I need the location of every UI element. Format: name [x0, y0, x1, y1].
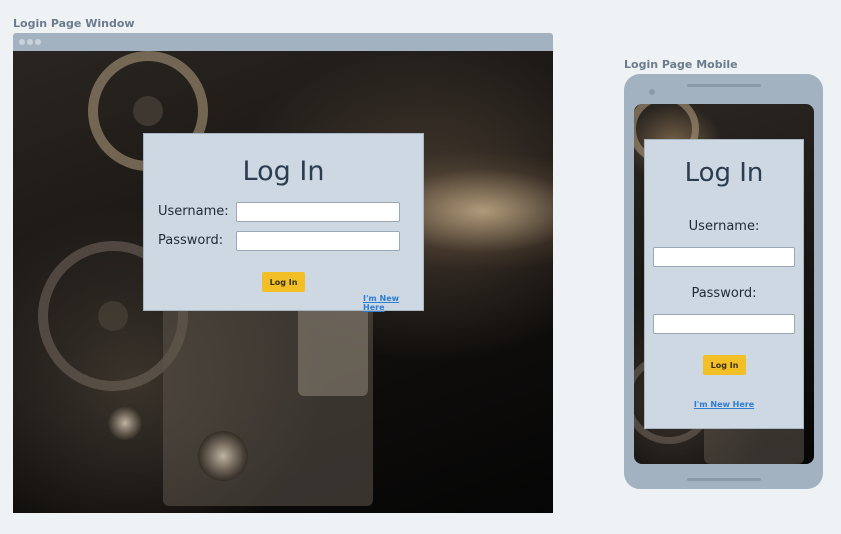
mobile-password-label: Password: — [691, 286, 757, 301]
mobile-login-card: Log In Username: Password: Log In I'm Ne… — [644, 139, 804, 429]
window-dot-icon — [27, 39, 33, 45]
login-title: Log In — [242, 156, 325, 187]
login-button[interactable]: Log In — [262, 272, 305, 292]
projector-vent-icon — [298, 306, 368, 396]
film-projector-background: Log In Username: Password: Log In I'm Ne… — [13, 51, 553, 513]
mobile-password-input[interactable] — [653, 314, 795, 334]
username-input[interactable] — [236, 202, 400, 222]
mobile-phone-frame: Log In Username: Password: Log In I'm Ne… — [624, 74, 823, 489]
desktop-caption: Login Page Window — [13, 17, 135, 30]
window-dot-icon — [19, 39, 25, 45]
home-bar-icon — [687, 478, 761, 481]
reel-hub-icon — [98, 301, 128, 331]
reel-hub-icon — [133, 96, 163, 126]
desktop-window: Log In Username: Password: Log In I'm Ne… — [13, 33, 553, 513]
login-card: Log In Username: Password: Log In I'm Ne… — [143, 133, 424, 312]
username-label: Username: — [158, 204, 229, 219]
window-titlebar — [13, 33, 553, 51]
mobile-login-title: Log In — [684, 158, 764, 188]
mobile-username-input[interactable] — [653, 247, 795, 267]
mobile-caption: Login Page Mobile — [624, 58, 738, 71]
mobile-username-label: Username: — [688, 219, 760, 234]
projector-knob-icon — [108, 406, 142, 440]
window-dot-icon — [35, 39, 41, 45]
password-input[interactable] — [236, 231, 400, 251]
camera-icon — [649, 89, 655, 95]
projector-lens-icon — [198, 431, 248, 481]
mobile-new-user-link[interactable]: I'm New Here — [645, 400, 803, 409]
password-label: Password: — [158, 233, 224, 248]
new-user-link[interactable]: I'm New Here — [363, 294, 423, 312]
mobile-screen: Log In Username: Password: Log In I'm Ne… — [634, 104, 814, 464]
speaker-icon — [687, 84, 761, 87]
mobile-login-button[interactable]: Log In — [703, 355, 746, 375]
